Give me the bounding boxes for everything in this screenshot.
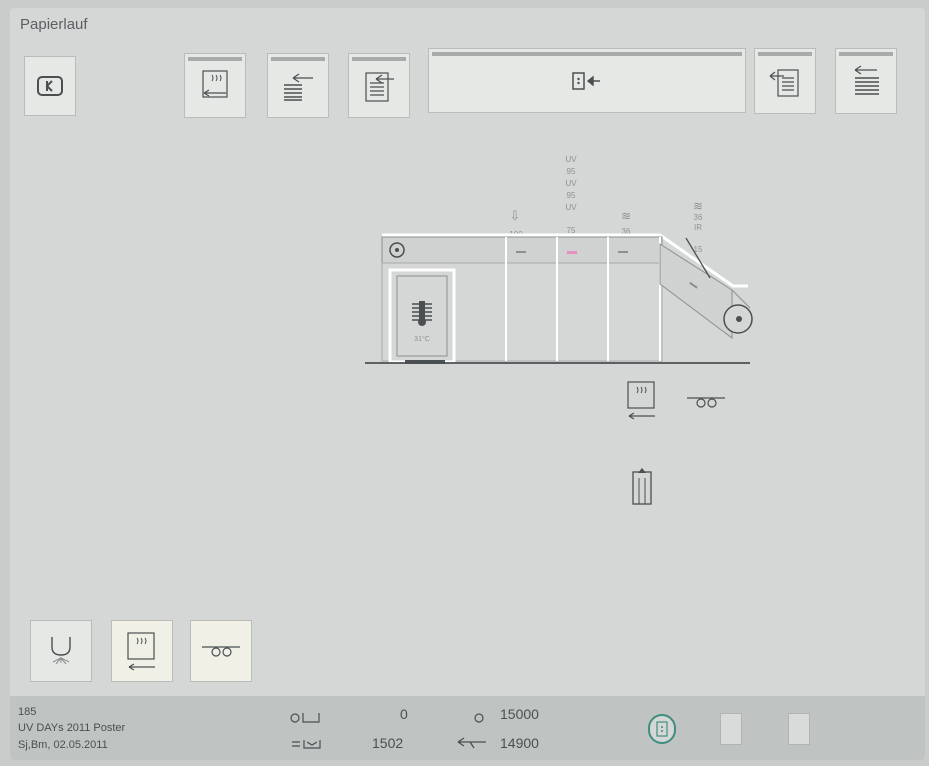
job-number: 185 bbox=[18, 706, 37, 718]
station2-uv-5: UV bbox=[565, 203, 577, 212]
station2-uv-3: UV bbox=[565, 179, 577, 188]
job-info: Sj,Bm, 02.05.2011 bbox=[18, 739, 108, 751]
powder-icon bbox=[51, 637, 71, 665]
status-slot-2[interactable] bbox=[788, 713, 810, 745]
station4-ir: IR bbox=[694, 223, 702, 232]
door-icon bbox=[632, 468, 652, 505]
dryer-return-icon bbox=[627, 381, 655, 420]
dryer-icon bbox=[127, 632, 155, 671]
station3-symbol: ≋ bbox=[621, 209, 631, 223]
status-bar: 185 UV DAYs 2011 Poster Sj,Bm, 02.05.201… bbox=[10, 696, 925, 760]
speed-value: 14900 bbox=[500, 735, 539, 751]
pile-temperature: 31°C bbox=[414, 335, 430, 343]
job-name: UV DAYs 2011 Poster bbox=[18, 722, 126, 734]
roller-icon bbox=[202, 646, 240, 657]
target-icon bbox=[474, 713, 484, 723]
status-slot-1[interactable] bbox=[720, 713, 742, 745]
roller-button[interactable] bbox=[190, 620, 252, 682]
roller-indicator[interactable] bbox=[684, 390, 728, 414]
door-status-button[interactable] bbox=[648, 714, 676, 744]
roller-icon bbox=[687, 397, 725, 408]
station2-uv-4: 95 bbox=[567, 191, 576, 200]
powder-button[interactable] bbox=[30, 620, 92, 682]
target-value: 15000 bbox=[500, 706, 539, 722]
station2-uv-2: 95 bbox=[567, 167, 576, 176]
station4-value-36: 36 bbox=[694, 213, 703, 222]
counter2-value: 1502 bbox=[372, 735, 404, 751]
dryer-button[interactable] bbox=[111, 620, 173, 682]
door-indicator[interactable] bbox=[628, 464, 656, 508]
station2-uv-1: UV bbox=[565, 155, 577, 164]
door-icon bbox=[656, 721, 668, 737]
speed-icon bbox=[457, 737, 486, 749]
counter-pile-icon bbox=[292, 740, 321, 749]
machine-schematic: ⇩ 100 UV 95 UV 95 UV 75 ≋ 36 ≋ 36 IR 15 bbox=[365, 155, 753, 364]
counter1-value: 0 bbox=[400, 706, 408, 722]
dryer-return-indicator[interactable] bbox=[623, 378, 661, 422]
station4-symbol: ≋ bbox=[693, 199, 703, 213]
counter-tray-icon bbox=[290, 713, 320, 723]
screen: Papierlauf ⇩ 100 UV 95 UV 95 UV 75 ≋ 36 … bbox=[10, 8, 925, 760]
station1-symbol: ⇩ bbox=[510, 208, 521, 223]
